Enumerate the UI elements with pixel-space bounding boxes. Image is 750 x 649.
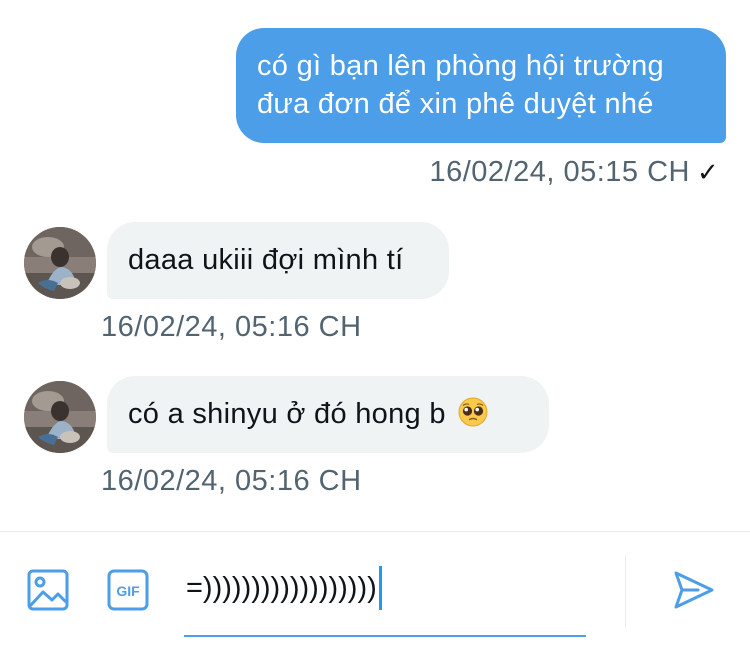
text-caret bbox=[378, 566, 382, 610]
message-input[interactable]: =)))))))))))))))))) bbox=[186, 566, 382, 610]
incoming-message-bubble[interactable]: có a shinyu ở đó hong b bbox=[107, 376, 549, 453]
composer-vertical-divider bbox=[625, 555, 626, 627]
message-input-value: =)))))))))))))))))) bbox=[186, 572, 377, 604]
avatar[interactable] bbox=[24, 381, 96, 453]
send-icon[interactable] bbox=[672, 568, 716, 612]
image-icon[interactable] bbox=[26, 568, 70, 612]
message-text: có a shinyu ở đó hong b bbox=[128, 398, 446, 430]
message-text: daaa ukiii đợi mình tí bbox=[128, 244, 404, 276]
message-timestamp: 16/02/24, 05:16 CH bbox=[101, 311, 362, 343]
message-timestamp: 16/02/24, 05:15 CH bbox=[429, 156, 690, 188]
message-line: đưa đơn để xin phê duyệt nhé bbox=[257, 88, 654, 120]
gif-icon[interactable]: GIF bbox=[106, 568, 150, 612]
outgoing-message-bubble[interactable]: có gì bạn lên phòng hội trường đưa đơn đ… bbox=[236, 28, 726, 143]
message-timestamp: 16/02/24, 05:16 CH bbox=[101, 465, 362, 497]
gif-label: GIF bbox=[116, 583, 140, 599]
incoming-message-bubble[interactable]: daaa ukiii đợi mình tí bbox=[107, 222, 449, 299]
input-underline bbox=[184, 635, 586, 637]
checkmark-icon: ✓ bbox=[697, 157, 720, 187]
composer-divider bbox=[0, 531, 750, 532]
avatar[interactable] bbox=[24, 227, 96, 299]
message-line: có gì bạn lên phòng hội trường bbox=[257, 50, 664, 82]
pleading-face-emoji bbox=[458, 397, 488, 427]
